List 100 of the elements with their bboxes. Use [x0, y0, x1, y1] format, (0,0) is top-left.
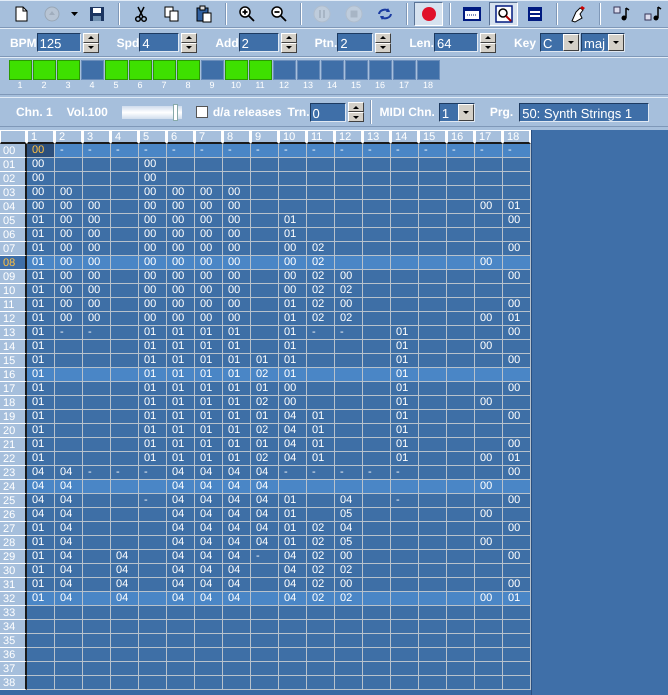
spin-down-button[interactable] [375, 42, 392, 52]
table-cell [83, 480, 111, 494]
table-cell: 00 [83, 270, 111, 284]
slider-thumb[interactable] [172, 104, 178, 120]
column-header: 9 [251, 130, 279, 144]
pattern-block[interactable] [296, 60, 320, 80]
copy-icon [163, 5, 182, 23]
spin-up-button[interactable] [348, 102, 364, 112]
table-cell: 04 [55, 578, 83, 592]
pattern-block[interactable] [416, 60, 440, 80]
pattern-block[interactable] [200, 60, 224, 80]
table-cell [419, 452, 447, 466]
table-cell [475, 578, 503, 592]
table-cell [83, 396, 111, 410]
table-cell: 02 [307, 536, 335, 550]
spin-down-button[interactable] [480, 42, 496, 52]
table-cell: 00 [55, 228, 83, 242]
table-cell [83, 494, 111, 508]
spin-down-button[interactable] [348, 112, 364, 122]
pattern-block[interactable] [368, 60, 392, 80]
pattern-block[interactable] [344, 60, 368, 80]
spin-up-button[interactable] [280, 32, 297, 42]
table-cell: 01 [391, 354, 419, 368]
number-field[interactable]: 64 [434, 33, 478, 52]
zoom-out-icon [270, 5, 288, 23]
dropdown-button[interactable] [563, 34, 580, 51]
pattern-block[interactable] [80, 60, 104, 80]
pattern-block[interactable] [272, 60, 296, 80]
program-field[interactable]: 50: Synth Strings 1 [519, 102, 650, 122]
number-field[interactable]: 2 [337, 33, 374, 52]
table-cell: 00 [167, 200, 195, 214]
table-cell [363, 242, 391, 256]
table-cell: - [307, 466, 335, 480]
table-cell [419, 466, 447, 480]
spin-up-button[interactable] [375, 32, 392, 42]
table-cell [503, 368, 531, 382]
table-cell [167, 620, 195, 634]
table-cell: 00 [475, 200, 503, 214]
table-cell: 04 [111, 564, 139, 578]
table-cell: 04 [279, 452, 307, 466]
table-cell [307, 214, 335, 228]
record-button[interactable] [414, 2, 444, 26]
spin-up-button[interactable] [82, 32, 99, 42]
volume-slider[interactable] [122, 104, 182, 120]
table-cell: 04 [27, 508, 55, 522]
table-cell: 00 [139, 298, 167, 312]
table-cell [335, 452, 363, 466]
number-field[interactable]: 4 [139, 33, 180, 52]
row-number: 33 [0, 606, 27, 620]
row-number: 06 [0, 228, 27, 242]
table-cell [363, 172, 391, 186]
table-cell: 01 [195, 368, 223, 382]
dropdown-button[interactable] [608, 34, 624, 51]
spin-up-button[interactable] [181, 32, 198, 42]
table-cell: 00 [475, 452, 503, 466]
table-cell [391, 284, 419, 298]
table-cell: 04 [111, 592, 139, 606]
spin-down-button[interactable] [82, 42, 99, 52]
pattern-block[interactable] [392, 60, 416, 80]
table-cell: 00 [503, 326, 531, 340]
table-cell: 00 [167, 242, 195, 256]
table-cell: 02 [335, 312, 363, 326]
table-cell [363, 396, 391, 410]
table-cell [475, 522, 503, 536]
magnifier-window-button[interactable] [488, 2, 518, 26]
field-label: BPM [10, 36, 37, 50]
number-field[interactable]: 2 [238, 33, 279, 52]
number-field[interactable]: 0 [310, 102, 346, 122]
table-cell: 01 [167, 340, 195, 354]
table-cell [419, 578, 447, 592]
table-cell: 01 [27, 396, 55, 410]
table-cell [363, 256, 391, 270]
table-cell [251, 648, 279, 662]
table-cell: - [335, 466, 363, 480]
checkbox[interactable] [196, 106, 208, 118]
spin-down-button[interactable] [280, 42, 297, 52]
table-cell: 00 [475, 480, 503, 494]
table-cell [447, 382, 475, 396]
table-cell [55, 452, 83, 466]
table-cell: 02 [307, 522, 335, 536]
table-cell [419, 410, 447, 424]
field-label: Prg. [490, 105, 514, 119]
table-cell [419, 606, 447, 620]
table-cell [363, 494, 391, 508]
pattern-block[interactable] [320, 60, 344, 80]
field-label: MIDI Chn. [380, 105, 435, 119]
row-number: 28 [0, 536, 27, 550]
table-cell: 04 [223, 578, 251, 592]
table-cell: 04 [167, 466, 195, 480]
table-cell [363, 214, 391, 228]
table-cell: 01 [391, 396, 419, 410]
table-cell [447, 508, 475, 522]
table-cell [335, 396, 363, 410]
spin-down-button[interactable] [181, 42, 198, 52]
table-cell [475, 186, 503, 200]
spin-up-button[interactable] [480, 32, 496, 42]
table-cell [279, 606, 307, 620]
table-cell [447, 298, 475, 312]
table-cell [335, 634, 363, 648]
number-field[interactable]: 125 [36, 33, 81, 52]
